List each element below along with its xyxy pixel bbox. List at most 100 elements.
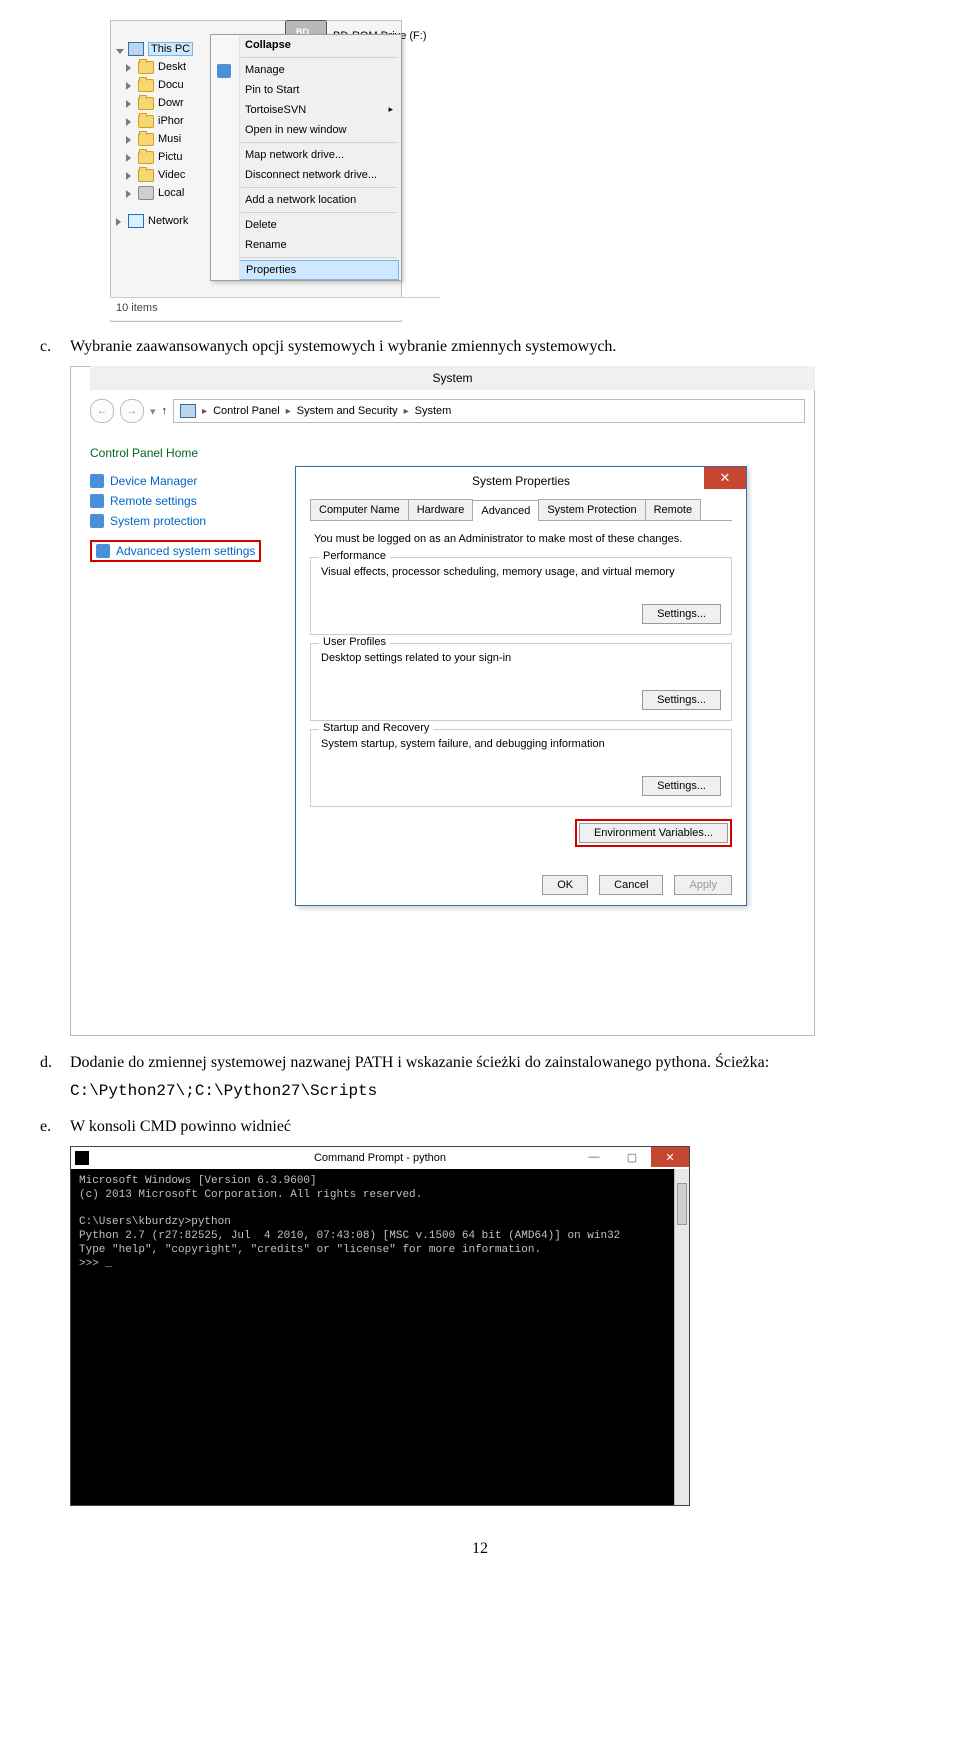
- screenshot-command-prompt: Command Prompt - python — ▢ ✕ Microsoft …: [70, 1146, 690, 1506]
- chevron-right-icon: [126, 63, 134, 71]
- chevron-right-icon: [126, 135, 134, 143]
- paragraph-c: c. Wybranie zaawansowanych opcji systemo…: [40, 338, 920, 356]
- link-remote-settings[interactable]: Remote settings: [90, 494, 290, 508]
- cmd-title-bar: Command Prompt - python — ▢ ✕: [71, 1147, 689, 1170]
- tab-system-protection[interactable]: System Protection: [538, 499, 645, 520]
- maximize-button[interactable]: ▢: [613, 1147, 651, 1167]
- screenshot-explorer-context-menu: BD-ROM Drive (F:) This PC Deskt Docu Dow…: [80, 20, 440, 320]
- group-startup-recovery: Startup and Recovery System startup, sys…: [310, 729, 732, 807]
- minimize-button[interactable]: —: [575, 1147, 613, 1167]
- pc-icon: [128, 42, 144, 56]
- tree-item[interactable]: Pictu: [116, 148, 216, 166]
- breadcrumb[interactable]: ▸ Control Panel ▸ System and Security ▸ …: [173, 399, 805, 423]
- network-icon: [128, 214, 144, 228]
- link-device-manager[interactable]: Device Manager: [90, 474, 290, 488]
- folder-icon: [138, 61, 154, 74]
- folder-icon: [138, 151, 154, 164]
- control-panel-home-link[interactable]: Control Panel Home: [90, 446, 290, 460]
- forward-button[interactable]: →: [120, 399, 144, 423]
- tree-item[interactable]: Local: [116, 184, 216, 202]
- chevron-right-icon: [126, 153, 134, 161]
- ctx-tortoisesvn[interactable]: TortoiseSVN: [211, 100, 401, 120]
- close-button[interactable]: ✕: [704, 467, 746, 489]
- ok-button[interactable]: OK: [542, 875, 588, 895]
- user-profiles-settings-button[interactable]: Settings...: [642, 690, 721, 710]
- chevron-down-icon: [116, 45, 124, 53]
- tree-item[interactable]: Musi: [116, 130, 216, 148]
- window-title-text: System: [432, 371, 472, 385]
- cancel-button[interactable]: Cancel: [599, 875, 663, 895]
- up-button[interactable]: ↑: [162, 405, 168, 417]
- address-bar-row: ← → ▾ ↑ ▸ Control Panel ▸ System and Sec…: [90, 398, 805, 424]
- group-user-profiles: User Profiles Desktop settings related t…: [310, 643, 732, 721]
- tree-item-label: Videc: [158, 169, 185, 181]
- ctx-manage[interactable]: Manage: [211, 60, 401, 80]
- folder-icon: [138, 79, 154, 92]
- tree-item-label: iPhor: [158, 115, 184, 127]
- ctx-collapse[interactable]: Collapse: [211, 35, 401, 55]
- environment-variables-highlight: Environment Variables...: [575, 819, 732, 847]
- link-system-protection[interactable]: System protection: [90, 514, 290, 528]
- cmd-output[interactable]: Microsoft Windows [Version 6.3.9600] (c)…: [71, 1169, 675, 1505]
- ctx-delete[interactable]: Delete: [211, 215, 401, 235]
- chevron-right-icon: ▸: [286, 406, 291, 417]
- startup-settings-button[interactable]: Settings...: [642, 776, 721, 796]
- ctx-properties[interactable]: Properties: [213, 260, 399, 280]
- ctx-pin-to-start[interactable]: Pin to Start: [211, 80, 401, 100]
- cmd-icon: [75, 1151, 89, 1165]
- dialog-footer: OK Cancel Apply: [296, 865, 746, 905]
- ctx-map-network-drive[interactable]: Map network drive...: [211, 145, 401, 165]
- scrollbar[interactable]: [674, 1169, 689, 1505]
- tree-item[interactable]: Deskt: [116, 58, 216, 76]
- tree-item[interactable]: Dowr: [116, 94, 216, 112]
- shield-icon: [96, 544, 110, 558]
- tree-item-label: Pictu: [158, 151, 182, 163]
- shield-icon: [217, 64, 231, 78]
- separator: [241, 142, 397, 143]
- ctx-rename[interactable]: Rename: [211, 235, 401, 255]
- tab-hardware[interactable]: Hardware: [408, 499, 474, 520]
- explorer-status-bar: [110, 297, 440, 320]
- tab-computer-name[interactable]: Computer Name: [310, 499, 409, 520]
- chevron-right-icon: [126, 171, 134, 179]
- tree-network[interactable]: Network: [116, 212, 216, 230]
- admin-note: You must be logged on as an Administrato…: [314, 533, 728, 545]
- folder-icon: [138, 115, 154, 128]
- tree-network-label: Network: [148, 215, 188, 227]
- separator: [241, 257, 397, 258]
- cmd-title-text: Command Prompt - python: [314, 1152, 446, 1164]
- environment-variables-button[interactable]: Environment Variables...: [579, 823, 728, 843]
- close-button[interactable]: ✕: [651, 1147, 689, 1167]
- back-button[interactable]: ←: [90, 399, 114, 423]
- breadcrumb-seg[interactable]: System and Security: [297, 405, 398, 417]
- shield-icon: [90, 474, 104, 488]
- paragraph-e-text: W konsoli CMD powinno widnieć: [70, 1118, 291, 1136]
- dialog-tabs: Computer Name Hardware Advanced System P…: [310, 499, 732, 521]
- breadcrumb-seg[interactable]: System: [415, 405, 452, 417]
- chevron-right-icon: ▸: [202, 406, 207, 417]
- group-legend: Startup and Recovery: [319, 722, 433, 734]
- ctx-disconnect-network-drive[interactable]: Disconnect network drive...: [211, 165, 401, 185]
- tree-item[interactable]: Docu: [116, 76, 216, 94]
- apply-button[interactable]: Apply: [674, 875, 732, 895]
- tree-item[interactable]: iPhor: [116, 112, 216, 130]
- performance-settings-button[interactable]: Settings...: [642, 604, 721, 624]
- tab-remote[interactable]: Remote: [645, 499, 702, 520]
- folder-icon: [138, 133, 154, 146]
- link-advanced-system-settings[interactable]: Advanced system settings: [90, 540, 261, 562]
- link-label: Advanced system settings: [116, 544, 255, 558]
- dialog-title-text: System Properties: [472, 474, 570, 488]
- tree-this-pc[interactable]: This PC: [116, 40, 216, 58]
- pc-icon: [180, 404, 196, 418]
- tab-advanced[interactable]: Advanced: [472, 500, 539, 521]
- ctx-open-new-window[interactable]: Open in new window: [211, 120, 401, 140]
- status-item-count: 10 items: [116, 302, 158, 314]
- window-caption-buttons: — ▢ ✕: [575, 1147, 689, 1167]
- group-legend: Performance: [319, 550, 390, 562]
- tree-this-pc-label: This PC: [148, 42, 193, 56]
- tree-item-label: Musi: [158, 133, 181, 145]
- ctx-add-network-location[interactable]: Add a network location: [211, 190, 401, 210]
- tree-item[interactable]: Videc: [116, 166, 216, 184]
- breadcrumb-seg[interactable]: Control Panel: [213, 405, 280, 417]
- chevron-right-icon: [126, 189, 134, 197]
